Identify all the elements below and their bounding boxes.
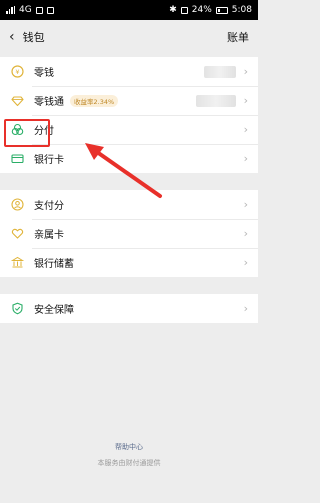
help-center-link[interactable]: 帮助中心 bbox=[0, 442, 258, 452]
annotation-arrow bbox=[85, 143, 162, 198]
powered-by-text: 本服务由财付通提供 bbox=[97, 459, 161, 467]
